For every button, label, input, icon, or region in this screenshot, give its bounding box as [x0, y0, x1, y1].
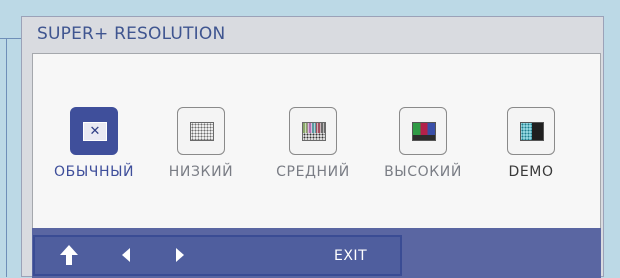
off-x-icon: ✕ — [83, 122, 107, 141]
demo-split-icon — [520, 122, 544, 141]
option-low[interactable]: НИЗКИЙ — [161, 107, 241, 180]
option-high-tile[interactable] — [399, 107, 447, 155]
option-low-tile[interactable] — [177, 107, 225, 155]
option-middle[interactable]: СРЕДНИЙ — [273, 107, 353, 180]
navigation-bar: EXIT — [33, 235, 402, 276]
left-arrow-icon — [122, 248, 130, 262]
option-middle-label: СРЕДНИЙ — [276, 164, 350, 180]
option-high[interactable]: ВЫСОКИЙ — [383, 107, 463, 180]
option-normal-label: ОБЫЧНЫЙ — [54, 164, 135, 180]
low-resolution-icon — [190, 122, 214, 141]
option-normal[interactable]: ✕ ОБЫЧНЫЙ — [54, 107, 134, 180]
exit-button[interactable]: EXIT — [334, 248, 367, 264]
left-button[interactable] — [119, 243, 133, 267]
option-demo[interactable]: DEMO — [491, 107, 571, 180]
option-demo-tile[interactable] — [507, 107, 555, 155]
option-high-label: ВЫСОКИЙ — [384, 164, 462, 180]
option-demo-label: DEMO — [508, 164, 554, 180]
high-resolution-icon — [412, 122, 436, 141]
backdrop-line-vertical — [6, 38, 7, 277]
backdrop-line-horizontal — [0, 38, 22, 39]
up-button[interactable] — [59, 243, 79, 267]
right-button[interactable] — [173, 243, 187, 267]
option-area: ✕ ОБЫЧНЫЙ НИЗКИЙ СРЕДНИЙ ВЫСОКИЙ DEMO — [32, 53, 601, 228]
up-arrow-icon — [60, 245, 78, 265]
osd-title: SUPER+ RESOLUTION — [37, 24, 226, 44]
osd-footer: EXIT — [32, 228, 601, 278]
osd-panel: SUPER+ RESOLUTION ✕ ОБЫЧНЫЙ НИЗКИЙ СРЕДН… — [21, 16, 604, 278]
option-middle-tile[interactable] — [289, 107, 337, 155]
option-low-label: НИЗКИЙ — [168, 164, 234, 180]
option-normal-tile[interactable]: ✕ — [70, 107, 118, 155]
middle-resolution-icon — [302, 122, 326, 141]
right-arrow-icon — [176, 248, 184, 262]
